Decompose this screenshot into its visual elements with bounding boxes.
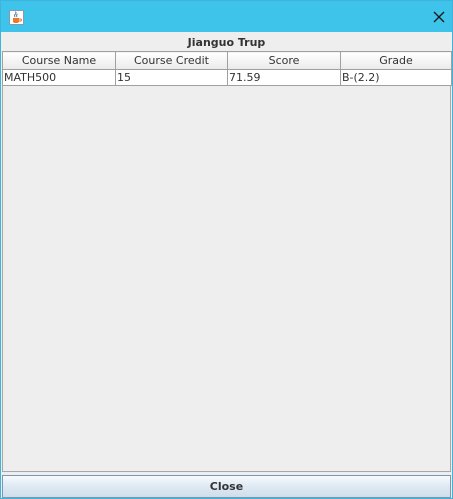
close-icon[interactable] [432,10,446,24]
grades-table: Course Name Course Credit Score Grade MA… [2,51,452,86]
table-header-row: Course Name Course Credit Score Grade [2,51,452,70]
table-row[interactable]: MATH500 15 71.59 B-(2.2) [2,69,452,86]
java-cup-icon [9,10,24,25]
column-header-course-name[interactable]: Course Name [2,51,116,70]
column-header-grade[interactable]: Grade [340,51,452,70]
close-button[interactable]: Close [2,475,451,498]
grades-table-panel: Course Name Course Credit Score Grade MA… [2,51,452,472]
cell-course-name[interactable]: MATH500 [2,69,116,86]
column-header-score[interactable]: Score [227,51,341,70]
title-bar[interactable] [1,1,452,32]
student-name-title: Jianguo Trup [187,36,266,49]
column-header-course-credit[interactable]: Course Credit [115,51,228,70]
cell-score[interactable]: 71.59 [227,69,341,86]
dialog-window: Jianguo Trup Course Name Course Credit S… [0,0,453,499]
cell-grade[interactable]: B-(2.2) [340,69,452,86]
cell-course-credit[interactable]: 15 [115,69,228,86]
